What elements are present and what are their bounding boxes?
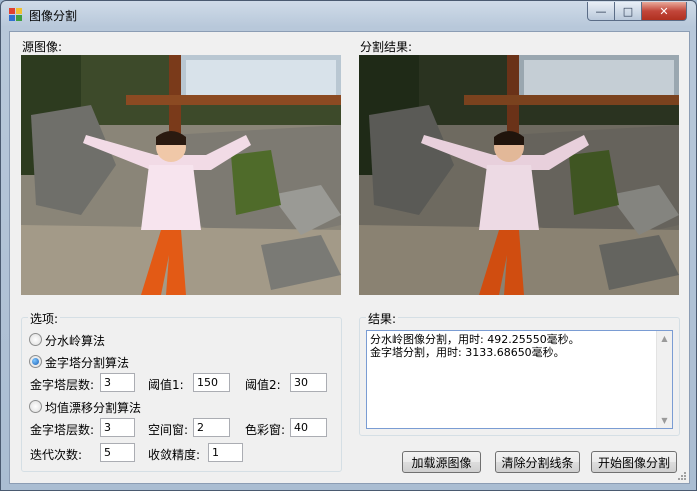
pyramid-radio[interactable] (29, 355, 42, 368)
meanshift-levels-input[interactable]: 3 (100, 418, 135, 437)
meanshift-label[interactable]: 均值漂移分割算法 (45, 399, 141, 416)
threshold1-label: 阈值1: (148, 378, 184, 392)
app-window: 图像分割 — □ ✕ 源图像: 分割结果: 选项: 分水岭算法 金字塔分割算法 … (0, 0, 697, 491)
result-image (359, 55, 679, 295)
meanshift-levels-label: 金字塔层数: (30, 423, 95, 437)
segmented-photo-image (359, 55, 679, 295)
start-segmentation-button[interactable]: 开始图像分割 (591, 451, 677, 473)
spatial-window-label: 空间窗: (148, 423, 189, 437)
result-image-label: 分割结果: (360, 40, 413, 54)
scroll-up-icon[interactable]: ▲ (657, 331, 672, 346)
source-image-label: 源图像: (22, 40, 63, 54)
pyramid-levels-label: 金字塔层数: (30, 378, 95, 392)
maximize-icon: □ (622, 4, 634, 18)
resize-grip-icon[interactable] (676, 470, 686, 480)
close-button[interactable]: ✕ (641, 2, 687, 21)
epsilon-label: 收敛精度: (148, 448, 201, 462)
watershed-label[interactable]: 分水岭算法 (45, 332, 105, 349)
threshold2-input[interactable]: 30 (290, 373, 327, 392)
results-scrollbar[interactable]: ▲ ▼ (656, 331, 672, 428)
minimize-icon: — (595, 4, 607, 18)
window-title: 图像分割 (29, 9, 78, 23)
options-groupbox: 选项: 分水岭算法 金字塔分割算法 金字塔层数: 3 阈值1: 150 阈值2:… (21, 310, 342, 472)
minimize-button[interactable]: — (587, 2, 615, 21)
app-icon (9, 8, 23, 22)
results-textarea[interactable]: 分水岭图像分割，用时: 492.25550毫秒。 金字塔分割，用时: 3133.… (366, 330, 673, 429)
client-area: 源图像: 分割结果: 选项: 分水岭算法 金字塔分割算法 金字塔层数: 3 阈值… (9, 31, 690, 484)
clear-lines-button[interactable]: 清除分割线条 (495, 451, 580, 473)
threshold2-label: 阈值2: (245, 378, 281, 392)
iterations-input[interactable]: 5 (100, 443, 135, 462)
pyramid-levels-input[interactable]: 3 (100, 373, 135, 392)
color-window-label: 色彩窗: (245, 423, 286, 437)
color-window-input[interactable]: 40 (290, 418, 327, 437)
threshold1-input[interactable]: 150 (193, 373, 230, 392)
options-title: 选项: (28, 310, 61, 327)
epsilon-input[interactable]: 1 (208, 443, 243, 462)
spatial-window-input[interactable]: 2 (193, 418, 230, 437)
close-icon: ✕ (659, 4, 669, 18)
results-title: 结果: (366, 310, 399, 327)
title-bar[interactable]: 图像分割 — □ ✕ (1, 1, 696, 29)
scroll-down-icon[interactable]: ▼ (657, 413, 672, 428)
meanshift-radio[interactable] (29, 400, 42, 413)
watershed-radio[interactable] (29, 333, 42, 346)
maximize-button[interactable]: □ (614, 2, 642, 21)
source-photo-image (21, 55, 341, 295)
iterations-label: 迭代次数: (30, 448, 83, 462)
load-source-button[interactable]: 加载源图像 (402, 451, 481, 473)
results-text: 分水岭图像分割，用时: 492.25550毫秒。 金字塔分割，用时: 3133.… (370, 333, 580, 359)
pyramid-label[interactable]: 金字塔分割算法 (45, 354, 129, 371)
source-image (21, 55, 341, 295)
results-groupbox: 结果: 分水岭图像分割，用时: 492.25550毫秒。 金字塔分割，用时: 3… (359, 310, 680, 436)
